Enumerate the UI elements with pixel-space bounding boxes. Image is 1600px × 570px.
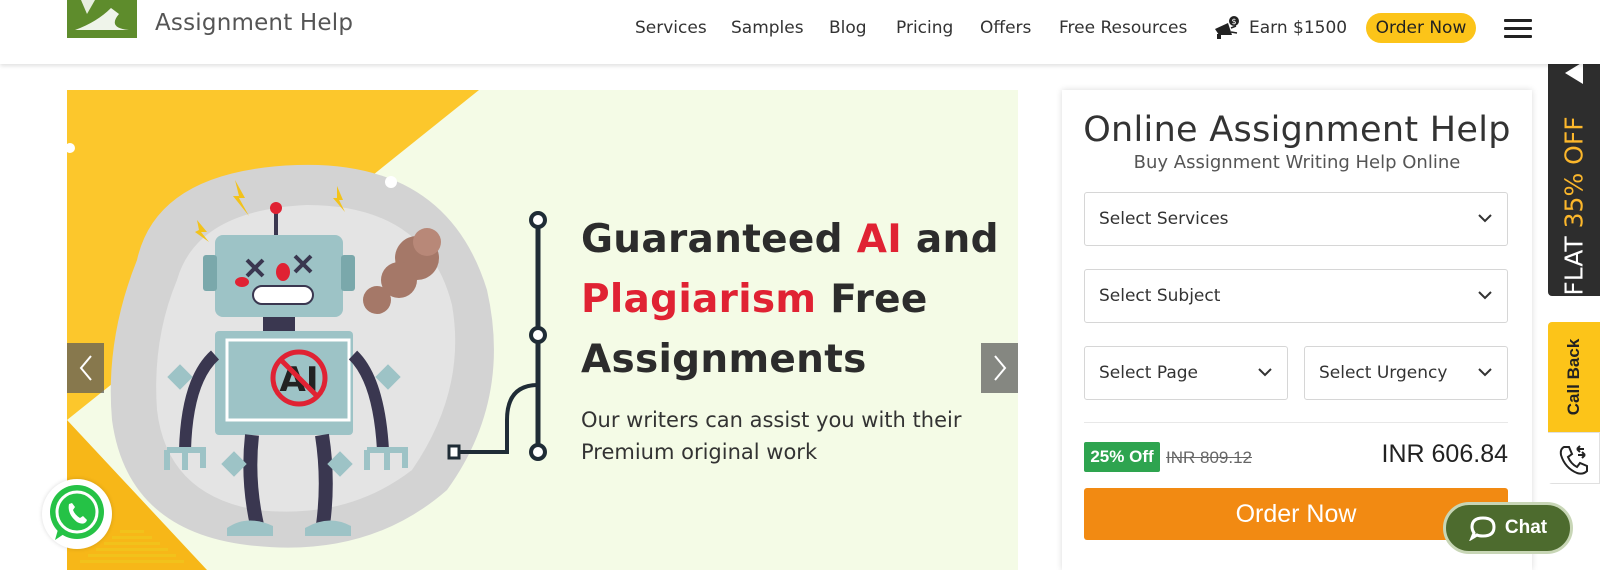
hero-line1-ai: AI: [856, 217, 903, 262]
chevron-down-icon: [1478, 291, 1492, 300]
flat-highlight: 35% OFF: [1559, 116, 1589, 229]
site-header: Assignment Help Services Samples Blog Pr…: [0, 0, 1600, 64]
logo-text[interactable]: Assignment Help: [155, 10, 353, 36]
select-services-label: Select Services: [1099, 209, 1229, 229]
chat-label: Chat: [1504, 517, 1548, 538]
whatsapp-button[interactable]: [42, 479, 112, 549]
logo-icon[interactable]: [67, 0, 137, 38]
select-subject-dropdown[interactable]: Select Subject: [1084, 269, 1508, 323]
hero-line2-free: Free: [816, 277, 928, 322]
select-urgency-label: Select Urgency: [1319, 363, 1448, 383]
hero-line2-plagiarism: Plagiarism: [581, 277, 817, 322]
call-back-tab[interactable]: Call Back: [1548, 322, 1600, 484]
carousel-prev-button[interactable]: [67, 343, 104, 393]
chevron-right-icon: [993, 355, 1006, 381]
nav-pricing[interactable]: Pricing: [896, 18, 953, 38]
hero-line1-c: and: [902, 217, 999, 262]
earn-label: Earn $1500: [1249, 18, 1348, 38]
chevron-down-icon: [1478, 214, 1492, 223]
hero-headline: Guaranteed AI and Plagiarism Free Assign…: [581, 210, 999, 390]
phone-button[interactable]: [1548, 432, 1600, 484]
nav-blog[interactable]: Blog: [829, 18, 867, 38]
flat-prefix: FLAT: [1559, 228, 1589, 296]
hero-banner: AI Guarantee: [67, 90, 1018, 570]
form-subtitle: Buy Assignment Writing Help Online: [1133, 152, 1461, 173]
chevron-down-icon: [1478, 368, 1492, 377]
chevron-left-icon: [79, 355, 92, 381]
hero-line3: Assignments: [581, 337, 867, 382]
form-divider: [1084, 422, 1508, 423]
whatsapp-icon: [50, 485, 104, 540]
chat-button[interactable]: Chat: [1443, 502, 1573, 554]
hamburger-icon[interactable]: [1504, 19, 1532, 39]
call-back-label-area: Call Back: [1548, 322, 1600, 432]
chat-bubble-icon: [1469, 516, 1496, 541]
nav-offers[interactable]: Offers: [980, 18, 1031, 38]
nav-samples[interactable]: Samples: [731, 18, 804, 38]
earn-link[interactable]: $ Earn $1500: [1212, 14, 1347, 42]
select-page-dropdown[interactable]: Select Page: [1084, 346, 1288, 400]
flat-offer-tab[interactable]: FLAT 35% OFF: [1548, 38, 1600, 296]
phone-icon: [1559, 445, 1588, 475]
discount-badge: 25% Off: [1084, 442, 1160, 472]
hero-line1-a: Guaranteed: [581, 217, 857, 262]
old-price: INR 809.12: [1166, 448, 1252, 467]
nav-services[interactable]: Services: [635, 18, 707, 38]
flat-offer-text: FLAT 35% OFF: [1560, 116, 1589, 295]
megaphone-icon: $: [1215, 16, 1239, 39]
svg-text:$: $: [1231, 17, 1236, 26]
hero-subtitle: Our writers can assist you with their Pr…: [581, 408, 962, 464]
carousel-next-button[interactable]: [981, 343, 1018, 393]
nav-free-resources[interactable]: Free Resources: [1059, 18, 1187, 38]
chevron-down-icon: [1258, 368, 1272, 377]
call-back-label: Call Back: [1564, 338, 1583, 416]
select-subject-label: Select Subject: [1099, 286, 1221, 306]
select-page-label: Select Page: [1099, 363, 1199, 383]
order-form-card: Online Assignment Help Buy Assignment Wr…: [1062, 90, 1532, 570]
form-title: Online Assignment Help: [1083, 110, 1511, 150]
header-order-button[interactable]: Order Now: [1366, 13, 1476, 43]
select-services-dropdown[interactable]: Select Services: [1084, 192, 1508, 246]
new-price: INR 606.84: [1381, 440, 1508, 468]
select-urgency-dropdown[interactable]: Select Urgency: [1304, 346, 1508, 400]
